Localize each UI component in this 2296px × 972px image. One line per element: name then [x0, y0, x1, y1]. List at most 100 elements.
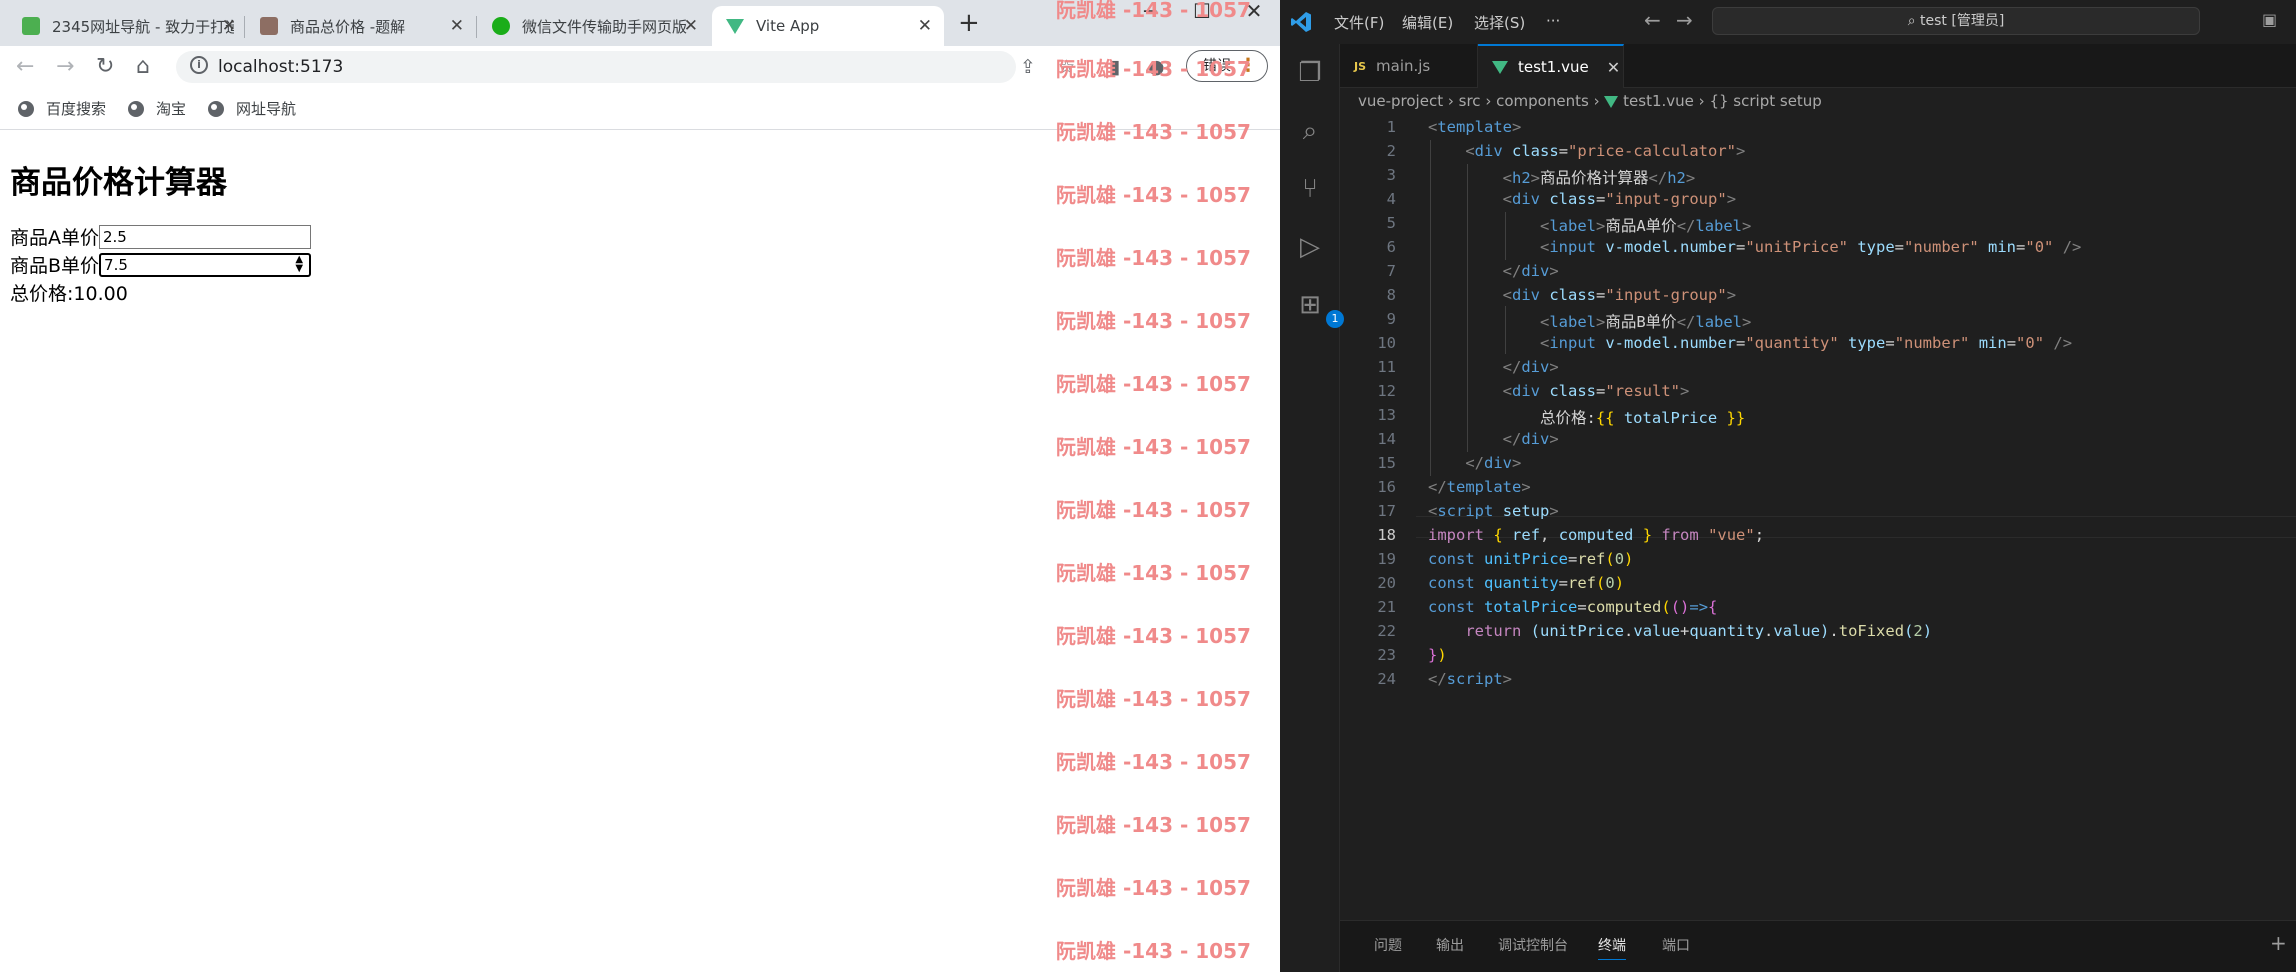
watermark-text: 阮凯雄 -143 - 1057: [1056, 435, 1251, 459]
breadcrumb-src[interactable]: src: [1459, 92, 1481, 110]
tab-test1-vue[interactable]: test1.vue ✕: [1478, 44, 1624, 88]
line-number: 24: [1377, 670, 1396, 688]
watermark-text: 阮凯雄 -143 - 1057: [1056, 498, 1251, 522]
url-text: localhost:5173: [218, 57, 344, 77]
panel-tab-terminal[interactable]: 终端: [1598, 935, 1626, 960]
code-line: const unitPrice=ref(0): [1428, 550, 1634, 568]
nav-forward-icon[interactable]: →: [1676, 8, 1693, 32]
explorer-icon[interactable]: ❐: [1294, 58, 1326, 90]
code-line: <template>: [1428, 118, 1522, 136]
globe-icon: [128, 100, 144, 117]
code-line: <script setup>: [1428, 502, 1559, 520]
menu-selection[interactable]: 选择(S): [1474, 12, 1525, 33]
close-tab-icon[interactable]: ✕: [450, 16, 464, 36]
browser-tab-price[interactable]: 商品总价格 -题解 ✕: [246, 6, 476, 46]
code-line: <div class="input-group">: [1502, 190, 1737, 208]
panel-tab-debug-console[interactable]: 调试控制台: [1498, 935, 1568, 955]
chevron-right-icon: ›: [1485, 92, 1497, 110]
extensions-icon[interactable]: ⊞ 1: [1294, 290, 1344, 328]
line-number: 8: [1386, 286, 1396, 304]
site-info-icon[interactable]: i: [190, 56, 208, 74]
chevron-right-icon: ›: [1447, 92, 1459, 110]
watermark-text: 阮凯雄 -143 - 1057: [1056, 0, 1251, 22]
share-icon[interactable]: ⇪: [1020, 56, 1036, 78]
code-line: <div class="price-calculator">: [1465, 142, 1746, 160]
bookmark-nav[interactable]: 网址导航: [208, 98, 296, 119]
watermark-text: 阮凯雄 -143 - 1057: [1056, 939, 1251, 963]
browser-tab-vite[interactable]: Vite App ✕: [712, 6, 944, 46]
home-icon[interactable]: ⌂: [136, 54, 150, 79]
watermark-text: 阮凯雄 -143 - 1057: [1056, 750, 1251, 774]
panel-tab-output[interactable]: 输出: [1436, 935, 1464, 955]
browser-tab-wechat[interactable]: 微信文件传输助手网页版 ✕: [478, 6, 710, 46]
total-price-result: 总价格:10.00: [10, 283, 128, 305]
source-control-icon[interactable]: ⑂: [1294, 174, 1326, 206]
back-arrow-icon[interactable]: ←: [16, 54, 34, 79]
reload-icon[interactable]: ↻: [96, 54, 114, 79]
watermark-text: 阮凯雄 -143 - 1057: [1056, 372, 1251, 396]
code-line: <div class="result">: [1502, 382, 1690, 400]
close-icon[interactable]: ✕: [1607, 58, 1620, 77]
input-group-b: 商品B单价 ▲▼: [10, 251, 312, 278]
line-number: 18: [1377, 526, 1396, 544]
new-terminal-icon[interactable]: +: [2270, 931, 2287, 955]
breadcrumb-components[interactable]: components: [1496, 92, 1589, 110]
chevron-right-icon: ›: [1698, 92, 1710, 110]
tab-title: Vite App: [756, 17, 820, 35]
price-b-label: 商品B单价: [10, 255, 100, 277]
search-icon[interactable]: ⌕: [1294, 116, 1326, 148]
globe-icon: [208, 100, 224, 117]
bookmark-label: 网址导航: [236, 100, 297, 118]
menu-file[interactable]: 文件(F): [1334, 12, 1384, 33]
bookmark-baidu[interactable]: 百度搜索: [18, 98, 106, 119]
code-line: import { ref, computed } from "vue";: [1428, 526, 1765, 544]
code-line: const quantity=ref(0): [1428, 574, 1625, 592]
line-number: 13: [1377, 406, 1396, 424]
layout-toggle-icon[interactable]: ▣: [2262, 10, 2277, 29]
tab-main-js[interactable]: JS main.js: [1340, 44, 1478, 88]
breadcrumb-symbol[interactable]: {} script setup: [1709, 92, 1821, 110]
breadcrumb-file[interactable]: test1.vue: [1623, 92, 1694, 110]
code-line: </div>: [1502, 430, 1559, 448]
browser-tab-2345[interactable]: 2345网址导航 - 致力于打造... ✕: [8, 6, 248, 46]
code-editor[interactable]: 1 2 3 4 5 6 7 8 9 10 11 12 13 14 15 16 17 18 19 20 21 22 23 24 …: [1340, 116, 2296, 916]
code-line: </script>: [1428, 670, 1513, 688]
address-bar[interactable]: i localhost:5173: [176, 51, 1016, 83]
tab-label: test1.vue: [1518, 58, 1589, 76]
menu-edit[interactable]: 编辑(E): [1402, 12, 1453, 33]
line-number: 21: [1377, 598, 1396, 616]
new-tab-button[interactable]: +: [958, 8, 980, 38]
activity-bar: ❐ ⌕ ⑂ ▷ ⊞ 1: [1280, 44, 1344, 972]
run-debug-icon[interactable]: ▷: [1294, 232, 1326, 264]
price-a-input[interactable]: [99, 224, 311, 249]
watermark-text: 阮凯雄 -143 - 1057: [1056, 561, 1251, 585]
breadcrumb: vue-project › src › components › test1.v…: [1358, 92, 1822, 110]
close-tab-icon[interactable]: ✕: [222, 16, 236, 36]
code-line: <label>商品A单价</label>: [1539, 217, 1752, 235]
line-number: 2: [1386, 142, 1396, 160]
breadcrumb-project[interactable]: vue-project: [1358, 92, 1443, 110]
line-number: 19: [1377, 550, 1396, 568]
price-b-input[interactable]: [99, 252, 312, 277]
close-tab-icon[interactable]: ✕: [918, 16, 932, 36]
close-tab-icon[interactable]: ✕: [684, 16, 698, 36]
code-line: return (unitPrice.value+quantity.value).…: [1465, 622, 1933, 640]
number-spinner-icon[interactable]: ▲ ▼: [295, 254, 303, 273]
line-number: 1: [1386, 118, 1396, 136]
bookmark-taobao[interactable]: 淘宝: [128, 98, 186, 119]
vue-icon: [1492, 60, 1508, 74]
menu-more[interactable]: ···: [1546, 12, 1560, 30]
vscode-titlebar: 文件(F) 编辑(E) 选择(S) ··· ← → ⌕ test [管理员] ▣: [1280, 0, 2296, 44]
code-line: </div>: [1465, 454, 1522, 472]
watermark-text: 阮凯雄 -143 - 1057: [1056, 813, 1251, 837]
panel-tab-problems[interactable]: 问题: [1374, 935, 1402, 955]
code-line: <div class="input-group">: [1502, 286, 1737, 304]
tab-title: 2345网址导航 - 致力于打造...: [52, 17, 234, 36]
line-number: 5: [1386, 214, 1396, 232]
command-center-search[interactable]: ⌕ test [管理员]: [1712, 7, 2200, 35]
watermark-text: 阮凯雄 -143 - 1057: [1056, 183, 1251, 207]
panel-tab-ports[interactable]: 端口: [1662, 935, 1690, 955]
forward-arrow-icon[interactable]: →: [56, 54, 74, 79]
watermark-text: 阮凯雄 -143 - 1057: [1056, 309, 1251, 333]
nav-back-icon[interactable]: ←: [1644, 8, 1661, 32]
